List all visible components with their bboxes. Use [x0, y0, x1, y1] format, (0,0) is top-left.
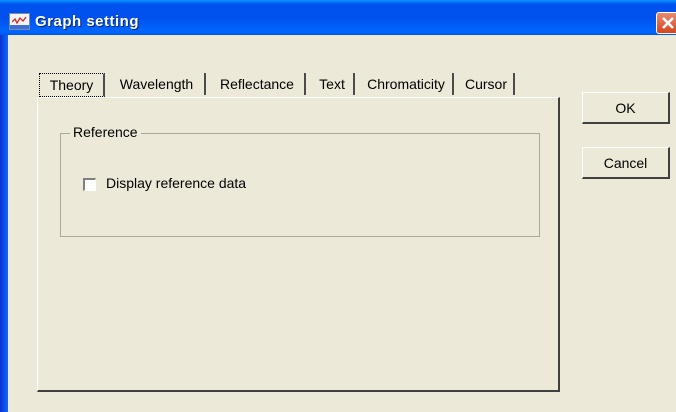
window-frame-left	[0, 35, 8, 412]
close-button[interactable]	[656, 12, 676, 34]
reference-group-label: Reference	[70, 124, 141, 140]
tab-wavelength[interactable]: Wavelength	[109, 73, 206, 95]
tab-cursor[interactable]: Cursor	[459, 73, 515, 95]
display-reference-label[interactable]: Display reference data	[106, 175, 246, 191]
title-bar[interactable]: Graph setting	[0, 0, 676, 35]
tab-chromaticity[interactable]: Chromaticity	[360, 73, 454, 95]
dialog-window: Graph setting Theory Wavelength Reflecta…	[0, 0, 676, 412]
graph-app-icon	[9, 13, 30, 30]
cancel-button[interactable]: Cancel	[582, 147, 670, 179]
tab-text[interactable]: Text	[311, 73, 355, 95]
close-icon	[662, 17, 674, 29]
tab-theory[interactable]: Theory	[39, 73, 105, 97]
ok-button[interactable]: OK	[582, 92, 670, 124]
display-reference-checkbox[interactable]	[83, 178, 96, 191]
tab-reflectance[interactable]: Reflectance	[210, 73, 306, 95]
window-title: Graph setting	[35, 13, 140, 30]
